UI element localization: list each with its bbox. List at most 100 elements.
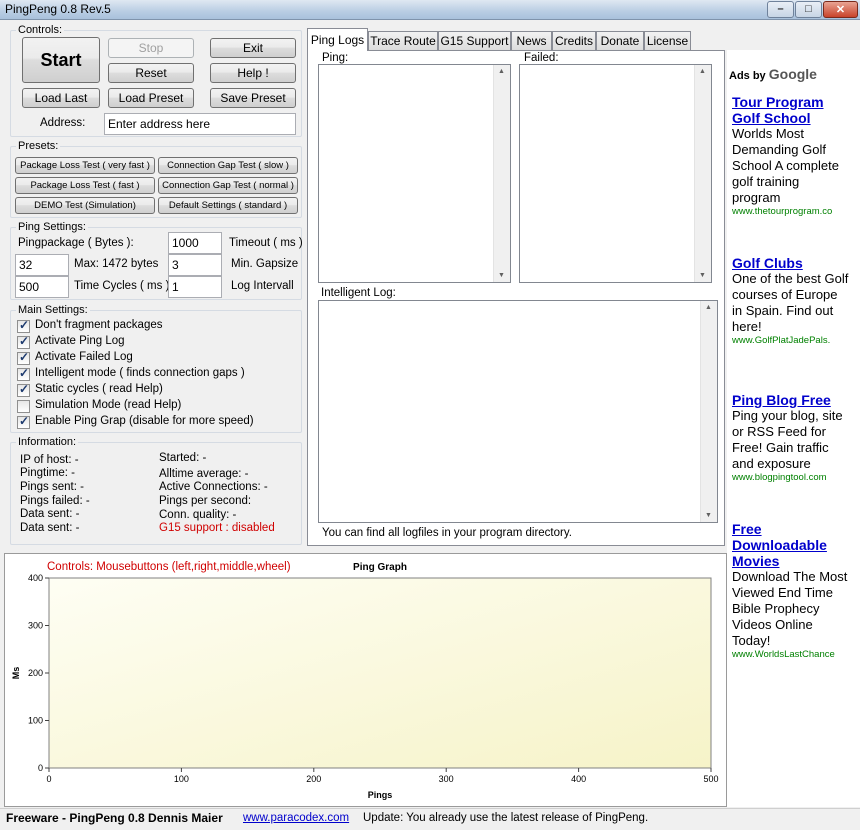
intelligent-log-scrollbar[interactable]: ▲ ▼ (700, 301, 717, 522)
ping-log-list[interactable]: ▲ ▼ (318, 64, 511, 283)
preset-demo-button[interactable]: DEMO Test (Simulation) (15, 197, 155, 214)
save-preset-button[interactable]: Save Preset (210, 88, 296, 108)
tab-credits[interactable]: Credits (552, 31, 596, 50)
ping-graph[interactable]: 0 100 200 300 400 0 100 200 300 400 500 Ping Graph P… (4, 553, 727, 807)
ad-body: Download The Most Viewed End Time Bible … (732, 569, 848, 648)
x-tick-label: 0 (46, 774, 51, 784)
ad-url[interactable]: www.WorldsLastChance (732, 649, 850, 660)
help-button[interactable]: Help ! (210, 63, 296, 83)
title-bar: PingPeng 0.8 Rev.5 – □ ✕ (0, 0, 860, 20)
time-cycles-input[interactable]: 500 (15, 276, 69, 298)
info-alltime: Alltime average: - (159, 468, 249, 480)
info-active: Active Connections: - (159, 481, 268, 493)
reset-button[interactable]: Reset (108, 63, 194, 83)
ad-item: Free Downloadable Movies Download The Mos… (732, 521, 850, 660)
setting-row[interactable]: Don't fragment packages (17, 318, 297, 335)
setting-checkbox[interactable] (17, 400, 30, 413)
x-tick-label: 100 (174, 774, 189, 784)
tab-trace-route[interactable]: Trace Route (368, 31, 438, 50)
ad-url[interactable]: www.GolfPlatJadePals. (732, 335, 850, 346)
tab-license[interactable]: License (644, 31, 691, 50)
preset-gap-slow-button[interactable]: Connection Gap Test ( slow ) (158, 157, 298, 174)
ad-title-link[interactable]: Tour Program Golf School (732, 94, 850, 126)
x-tick-label: 400 (571, 774, 586, 784)
setting-label: Activate Ping Log (35, 335, 125, 347)
setting-checkbox[interactable] (17, 414, 30, 429)
gapsize-input[interactable]: 3 (168, 254, 222, 276)
preset-gap-normal-button[interactable]: Connection Gap Test ( normal ) (158, 177, 298, 194)
tab-ping-logs[interactable]: Ping Logs (307, 28, 368, 51)
failed-log-list[interactable]: ▲ ▼ (519, 64, 712, 283)
info-data-sent-1: Data sent: - (20, 508, 80, 520)
ad-url[interactable]: www.thetourprogram.co (732, 206, 850, 217)
window-title: PingPeng 0.8 Rev.5 (5, 2, 111, 16)
setting-checkbox[interactable] (17, 334, 30, 349)
setting-checkbox[interactable] (17, 350, 30, 365)
ad-item: Golf Clubs One of the best Golf courses o… (732, 255, 850, 346)
timeout-label: Timeout ( ms ) (229, 237, 303, 249)
info-pingtime: Pingtime: - (20, 467, 75, 479)
info-g15: G15 support : disabled (159, 522, 275, 534)
preset-loss-fast-button[interactable]: Package Loss Test ( fast ) (15, 177, 155, 194)
preset-default-button[interactable]: Default Settings ( standard ) (158, 197, 298, 214)
tab-donate[interactable]: Donate (596, 31, 644, 50)
failed-log-label: Failed: (524, 52, 559, 64)
stop-button[interactable]: Stop (108, 38, 194, 58)
y-tick-label: 100 (28, 716, 43, 726)
intelligent-log-list[interactable]: ▲ ▼ (318, 300, 718, 523)
pingpackage-input[interactable]: 1000 (168, 232, 222, 254)
start-button[interactable]: Start (22, 37, 100, 83)
setting-row[interactable]: Static cycles ( read Help) (17, 382, 297, 399)
ad-title-link[interactable]: Ping Blog Free (732, 392, 850, 408)
setting-label: Simulation Mode (read Help) (35, 399, 182, 411)
tab-news[interactable]: News (511, 31, 552, 50)
ad-url[interactable]: www.blogpingtool.com (732, 472, 850, 483)
load-last-button[interactable]: Load Last (22, 88, 100, 108)
setting-row[interactable]: Activate Failed Log (17, 350, 297, 367)
information-label: Information: (16, 436, 79, 448)
log-directory-note: You can find all logfiles in your progra… (322, 527, 572, 539)
info-pings-failed: Pings failed: - (20, 495, 90, 507)
setting-checkbox[interactable] (17, 366, 30, 381)
freeware-label: Freeware - PingPeng 0.8 Dennis Maier (6, 811, 223, 825)
ad-title-link[interactable]: Golf Clubs (732, 255, 850, 271)
package-size-input[interactable]: 32 (15, 254, 69, 276)
x-tick-label: 300 (439, 774, 454, 784)
y-tick-label: 200 (28, 668, 43, 678)
setting-label: Static cycles ( read Help) (35, 383, 163, 395)
x-tick-label: 500 (703, 774, 718, 784)
time-cycles-label: Time Cycles ( ms ) (74, 280, 170, 292)
address-input[interactable]: Enter address here (104, 113, 296, 135)
setting-row[interactable]: Intelligent mode ( finds connection gaps… (17, 366, 297, 383)
failed-log-scrollbar[interactable]: ▲ ▼ (694, 65, 711, 282)
setting-checkbox[interactable] (17, 318, 30, 333)
setting-row[interactable]: Enable Ping Grap (disable for more speed… (17, 414, 297, 431)
ad-body: One of the best Golf courses of Europe i… (732, 271, 849, 334)
ads-header: Ads by Google (729, 66, 817, 82)
setting-label: Don't fragment packages (35, 319, 163, 331)
exit-button[interactable]: Exit (210, 38, 296, 58)
minimize-button[interactable]: – (767, 1, 794, 18)
google-logo: Google (768, 66, 817, 82)
paracodex-link[interactable]: www.paracodex.com (243, 812, 349, 824)
setting-checkbox[interactable] (17, 382, 30, 397)
ad-title-link[interactable]: Free Downloadable Movies (732, 521, 850, 569)
pingpackage-label: Pingpackage ( Bytes ): (18, 237, 134, 249)
preset-loss-very-fast-button[interactable]: Package Loss Test ( very fast ) (15, 157, 155, 174)
close-button[interactable]: ✕ (823, 1, 858, 18)
main-settings-label: Main Settings: (16, 304, 90, 316)
load-preset-button[interactable]: Load Preset (108, 88, 194, 108)
tab-g15-support[interactable]: G15 Support (438, 31, 511, 50)
ping-settings-label: Ping Settings: (16, 221, 88, 233)
x-tick-label: 200 (306, 774, 321, 784)
log-interval-input[interactable]: 1 (168, 276, 222, 298)
setting-row[interactable]: Activate Ping Log (17, 334, 297, 351)
ad-item: Ping Blog Free Ping your blog, site or RS… (732, 392, 850, 483)
setting-row[interactable]: Simulation Mode (read Help) (17, 399, 297, 415)
info-data-sent-2: Data sent: - (20, 522, 80, 534)
maximize-button[interactable]: □ (795, 1, 822, 18)
ads-by-label: Ads by (729, 70, 766, 82)
ad-body: Worlds Most Demanding Golf School A comp… (732, 126, 839, 205)
scroll-down-icon: ▼ (498, 272, 505, 279)
ping-log-scrollbar[interactable]: ▲ ▼ (493, 65, 510, 282)
